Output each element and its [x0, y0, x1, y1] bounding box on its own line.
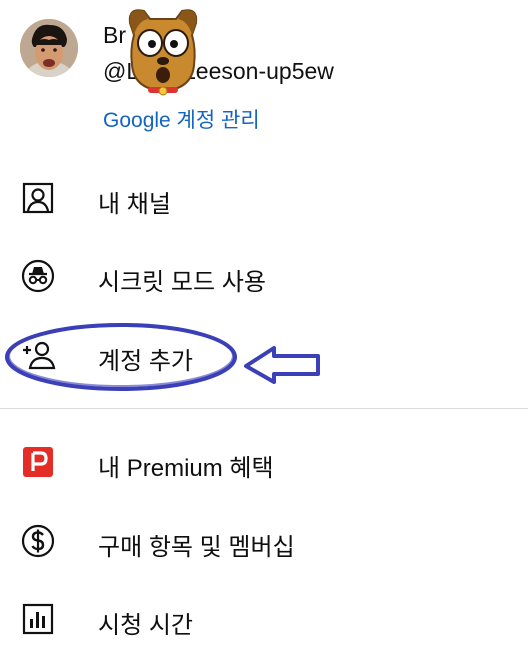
menu-item-label: 내 채널	[98, 191, 171, 218]
manage-google-account-link[interactable]: Google 계정 관리	[103, 104, 260, 134]
menu-item-premium-benefits[interactable]: 내 Premium 혜택	[0, 432, 528, 492]
bar-chart-icon	[20, 601, 56, 637]
menu-item-label: 계정 추가	[98, 348, 193, 375]
account-header: Br ee @L Leeson-up5ew Google 계정 관리	[0, 0, 528, 150]
menu-divider	[0, 408, 528, 409]
avatar[interactable]	[20, 19, 78, 77]
dog-sticker	[126, 5, 200, 97]
premium-p-icon	[20, 444, 56, 480]
menu-item-label: 시크릿 모드 사용	[98, 269, 266, 296]
dollar-circle-icon	[20, 523, 56, 559]
person-box-icon	[20, 180, 56, 216]
incognito-icon	[20, 258, 56, 294]
menu-item-label: 시청 시간	[98, 612, 193, 639]
menu-item-watch-time[interactable]: 시청 시간	[0, 589, 528, 649]
menu-item-purchases-memberships[interactable]: 구매 항목 및 멤버십	[0, 511, 528, 571]
menu-item-my-channel[interactable]: 내 채널	[0, 168, 528, 228]
add-person-icon	[20, 337, 56, 373]
menu-item-incognito[interactable]: 시크릿 모드 사용	[0, 246, 528, 306]
menu-item-label: 구매 항목 및 멤버십	[98, 534, 295, 561]
menu-item-add-account[interactable]: 계정 추가	[0, 325, 528, 385]
menu-item-label: 내 Premium 혜택	[98, 455, 274, 482]
